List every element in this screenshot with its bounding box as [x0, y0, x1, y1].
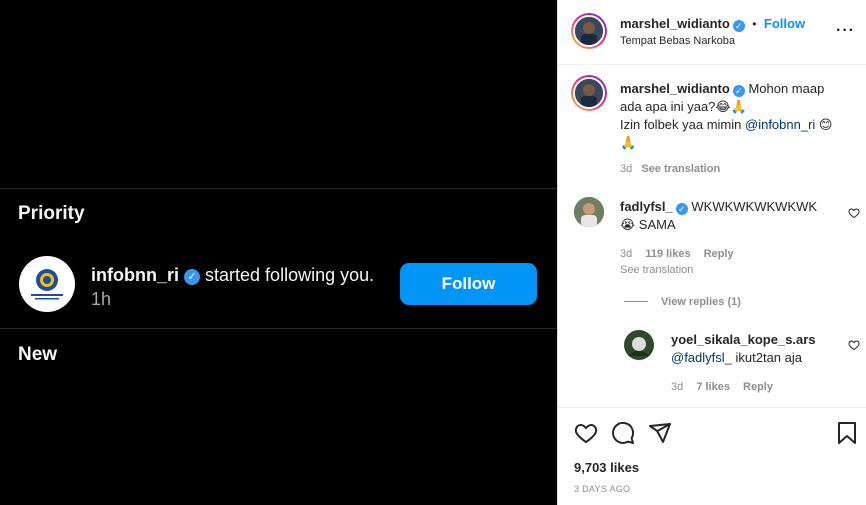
- reply-button[interactable]: Reply: [743, 381, 773, 393]
- priority-heading: Priority: [18, 203, 85, 224]
- post-location[interactable]: Tempat Bebas Narkoba: [620, 35, 735, 47]
- infobnn-avatar[interactable]: [19, 256, 75, 312]
- caption-username[interactable]: marshel_widianto: [620, 81, 730, 96]
- notification-text: infobnn_ri ✓ started following you. 1h: [91, 263, 381, 311]
- reply-meta: 3d 7 likes Reply: [671, 381, 773, 393]
- like-comment-heart-icon[interactable]: [848, 207, 860, 219]
- save-bookmark-icon[interactable]: [836, 421, 858, 445]
- follow-back-button[interactable]: Follow: [400, 263, 537, 305]
- divider: [558, 407, 866, 408]
- verified-badge-icon: ✓: [675, 203, 688, 215]
- comment-likes[interactable]: 119 likes: [645, 248, 690, 260]
- caption-mention[interactable]: @infobnn_ri: [745, 117, 815, 132]
- verified-badge-icon: ✓: [732, 85, 745, 97]
- more-options-icon[interactable]: ···: [836, 22, 855, 40]
- divider: [0, 188, 557, 189]
- reply-likes[interactable]: 7 likes: [696, 381, 730, 393]
- notification-action: started following you.: [205, 265, 375, 285]
- follow-button[interactable]: Follow: [764, 16, 805, 31]
- reply: yoel_sikala_kope_s.ars @fadlyfsl_ ikut2t…: [671, 331, 841, 367]
- reply-time: 3d: [671, 381, 684, 393]
- comment-time: 3d: [620, 248, 633, 260]
- post-date: 3 DAYS AGO: [574, 484, 631, 494]
- like-reply-heart-icon[interactable]: [848, 339, 860, 351]
- notification-time: 1h: [91, 289, 112, 309]
- see-translation-link[interactable]: See translation: [620, 264, 693, 276]
- reply-button[interactable]: Reply: [704, 248, 734, 260]
- replies-line: [624, 301, 648, 302]
- comment-meta: 3d 119 likes Reply: [620, 248, 734, 260]
- caption-time: 3d: [620, 163, 633, 175]
- separator-dot: •: [752, 17, 757, 31]
- caption-meta: 3d See translation: [620, 163, 720, 175]
- reply-text: ikut2tan aja: [731, 350, 803, 365]
- verified-badge-icon: ✓: [732, 20, 745, 32]
- notifications-panel: Priority infobnn_ri ✓ started following …: [0, 0, 557, 505]
- divider: [0, 328, 557, 329]
- reply-avatar[interactable]: [624, 330, 654, 360]
- verified-badge-icon: ✓: [184, 269, 201, 285]
- commenter-avatar[interactable]: [574, 197, 604, 227]
- reply-mention[interactable]: @fadlyfsl_: [671, 350, 732, 365]
- comment-icon[interactable]: [611, 421, 635, 445]
- post-panel: marshel_widianto ✓ • Follow Tempat Bebas …: [557, 0, 866, 505]
- likes-count[interactable]: 9,703 likes: [574, 460, 639, 475]
- reply-username[interactable]: yoel_sikala_kope_s.ars: [671, 332, 816, 347]
- view-replies-button[interactable]: View replies (1): [661, 296, 741, 308]
- new-heading: New: [18, 344, 58, 365]
- notification-username[interactable]: infobnn_ri: [91, 265, 179, 285]
- post-author[interactable]: marshel_widianto: [620, 16, 730, 31]
- caption-line2-prefix: Izin folbek yaa mimin: [620, 117, 745, 132]
- like-heart-icon[interactable]: [574, 421, 598, 445]
- author-avatar[interactable]: [571, 13, 607, 49]
- caption-author-avatar[interactable]: [571, 75, 607, 111]
- see-translation-link[interactable]: See translation: [641, 163, 720, 175]
- caption: marshel_widianto ✓ Mohon maap ada apa ini…: [620, 80, 835, 152]
- comment-username[interactable]: fadlyfsl_: [620, 199, 673, 214]
- comment: fadlyfsl_ ✓ WKWKWKWKWKWK 😭 SAMA: [620, 198, 835, 234]
- share-icon[interactable]: [648, 421, 672, 445]
- bnn-logo-icon: [31, 269, 63, 300]
- divider: [558, 64, 866, 65]
